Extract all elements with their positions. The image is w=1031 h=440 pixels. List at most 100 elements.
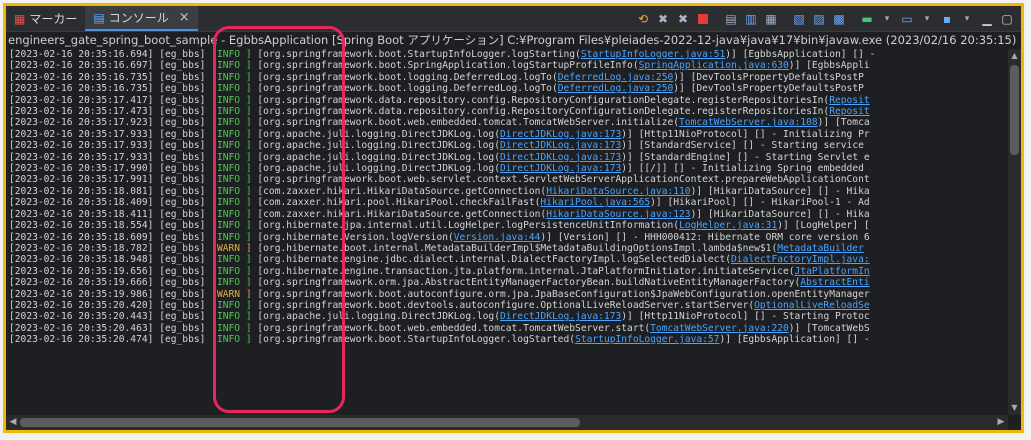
log-source-link[interactable]: Version.java:44 — [454, 232, 541, 243]
log-app: [eg_bbs] — [159, 140, 212, 152]
log-timestamp: [2023-02-16 20:35:17.991] — [9, 174, 160, 186]
horizontal-scrollbar[interactable]: ◀ ▶ — [6, 415, 1008, 430]
log-source-link[interactable]: LogHelper.java:31 — [679, 220, 777, 231]
vertical-scrollbar[interactable]: ▲ ▼ — [1008, 49, 1021, 415]
console-menu-icon[interactable]: ▪ — [939, 11, 955, 27]
log-message: )] [StandardEngine] [] - Starting Servle… — [621, 151, 870, 163]
new-console-icon[interactable]: ▬ — [859, 11, 875, 27]
restart-icon[interactable]: ⟲ — [635, 11, 651, 27]
log-level: [INFO ] — [211, 197, 252, 209]
log-timestamp: [2023-02-16 20:35:17.933] — [9, 151, 160, 163]
log-line: [2023-02-16 20:35:20.443] [eg_bbs] [INFO… — [6, 311, 1008, 322]
console-output[interactable]: [2023-02-16 20:35:16.694] [eg_bbs] [INFO… — [6, 49, 1008, 415]
console-toolbar: ⟲ ✖ ✖ ▤ ▥ ▦ ▧ ▨ ▩ ▬ ▾ ▭ ▾ ▪ ▾ ▁ ▢ — [635, 8, 1015, 29]
log-source-link[interactable]: AbstractEnti — [800, 277, 869, 288]
log-message: )] [[/]] [] - Initializing Spring embedd… — [621, 163, 864, 175]
log-level: [INFO ] — [211, 322, 252, 334]
log-level: [INFO ] — [211, 185, 252, 197]
tab-markers[interactable]: ▦ マーカー — [6, 6, 85, 31]
stop-icon[interactable] — [695, 11, 711, 27]
log-source-link[interactable]: Reposit — [829, 106, 869, 117]
maximize-icon[interactable]: ▢ — [999, 11, 1015, 27]
chevron-down-icon[interactable]: ▾ — [919, 11, 935, 27]
log-message: )] [Http11NioProtocol] [] - Initializing… — [621, 128, 870, 140]
log-source-link[interactable]: Reposit — [829, 95, 869, 106]
chevron-down-icon[interactable]: ▾ — [879, 11, 895, 27]
tab-label: コンソール — [108, 11, 169, 25]
log-app: [eg_bbs] — [159, 94, 212, 106]
log-source: [org.springframework.data.repository.con… — [251, 106, 830, 118]
log-level: [INFO ] — [211, 163, 252, 175]
log-level: [INFO ] — [211, 220, 252, 232]
log-source: [org.hibernate.jpa.internal.util.LogHelp… — [251, 220, 680, 232]
log-timestamp: [2023-02-16 20:35:20.420] — [9, 299, 160, 311]
log-source-link[interactable]: OptionalLiveReloadSe — [754, 300, 870, 311]
log-source-link[interactable]: TomcatWebServer.java:108 — [679, 117, 818, 128]
log-source-link[interactable]: HikariDataSource.java:123 — [546, 209, 690, 220]
log-app: [eg_bbs] — [159, 151, 212, 163]
log-source-link[interactable]: DirectJDKLog.java:173 — [500, 311, 621, 322]
log-source-link[interactable]: DialectFactoryImpl.java: — [731, 254, 870, 265]
log-source-link[interactable]: DirectJDKLog.java:173 — [500, 140, 621, 151]
log-source-link[interactable]: DirectJDKLog.java:173 — [500, 129, 621, 140]
log-timestamp: [2023-02-16 20:35:20.474] — [9, 334, 160, 346]
process-header: engineers_gate_spring_boot_sample - Egbb… — [8, 33, 1024, 47]
log-source-link[interactable]: SpringApplication.java:630 — [639, 60, 789, 71]
clear-console-icon[interactable]: ▤ — [723, 11, 739, 27]
log-source: [org.apache.juli.logging.DirectJDKLog.lo… — [251, 311, 500, 323]
log-level: [INFO ] — [211, 94, 252, 106]
console-icon: ▤ — [93, 10, 105, 25]
log-line: [2023-02-16 20:35:19.666] [eg_bbs] [INFO… — [6, 277, 1008, 288]
log-source-link[interactable]: TomcatWebServer.java:220 — [650, 323, 789, 334]
pin-console-icon[interactable]: ▧ — [791, 11, 807, 27]
log-source-link[interactable]: HikariDataSource.java:110 — [546, 186, 690, 197]
remove-launches-icon[interactable]: ✖ — [675, 11, 691, 27]
vertical-scroll-thumb[interactable] — [1010, 65, 1019, 155]
log-line: [2023-02-16 20:35:17.991] [eg_bbs] [INFO… — [6, 174, 1008, 185]
minimize-icon[interactable]: ▁ — [979, 11, 995, 27]
scroll-down-icon[interactable]: ▼ — [1010, 403, 1019, 413]
log-app: [eg_bbs] — [159, 185, 212, 197]
log-timestamp: [2023-02-16 20:35:16.735] — [9, 71, 160, 83]
log-source-link[interactable]: DirectJDKLog.java:173 — [500, 152, 621, 163]
log-line: [2023-02-16 20:35:18.409] [eg_bbs] [INFO… — [6, 197, 1008, 208]
scroll-lock-icon[interactable]: ▥ — [743, 11, 759, 27]
word-wrap-icon[interactable]: ▦ — [763, 11, 779, 27]
close-icon[interactable]: × — [179, 10, 190, 25]
log-source-link[interactable]: StartupInfoLogger.java:51 — [581, 49, 725, 60]
scroll-up-icon[interactable]: ▲ — [1010, 51, 1019, 61]
log-source-link[interactable]: DeferredLog.java:250 — [558, 72, 674, 83]
open-console-icon[interactable]: ▩ — [831, 11, 847, 27]
log-line: [2023-02-16 20:35:17.923] [eg_bbs] [INFO… — [6, 117, 1008, 128]
marker-icon: ▦ — [14, 11, 26, 26]
log-source-link[interactable]: MetadataBuilder — [777, 243, 864, 254]
log-level: [INFO ] — [211, 174, 252, 186]
log-timestamp: [2023-02-16 20:35:18.081] — [9, 185, 160, 197]
log-message: )] [StandardService] [] - Starting servi… — [621, 140, 864, 152]
display-selected-icon[interactable]: ▨ — [811, 11, 827, 27]
scroll-left-icon[interactable]: ◀ — [8, 417, 18, 428]
log-source-link[interactable]: JtaPlatformIn — [795, 266, 870, 277]
log-timestamp: [2023-02-16 20:35:17.417] — [9, 94, 160, 106]
log-app: [eg_bbs] — [159, 49, 212, 60]
log-source-link[interactable]: DirectJDKLog.java:173 — [500, 163, 621, 174]
log-source: [com.zaxxer.hikari.pool.HikariPool.check… — [251, 197, 541, 209]
scroll-right-icon[interactable]: ▶ — [996, 417, 1006, 428]
log-message: )] [EgbbsAppli — [788, 60, 870, 72]
log-source-link[interactable]: HikariPool.java:565 — [540, 197, 650, 208]
log-app: [eg_bbs] — [159, 288, 212, 300]
log-line: [2023-02-16 20:35:18.081] [eg_bbs] [INFO… — [6, 186, 1008, 197]
horizontal-scroll-thumb[interactable] — [20, 418, 580, 427]
log-level: [INFO ] — [211, 265, 252, 277]
terminate-icon[interactable]: ✖ — [655, 11, 671, 27]
log-source: [org.hibernate.Version.logVersion( — [251, 231, 454, 243]
open-console-dropdown-icon[interactable]: ▭ — [899, 11, 915, 27]
log-message: )] [HikariPool] [] - HikariPool-1 - Ad — [650, 197, 870, 209]
chevron-down-icon[interactable]: ▾ — [959, 11, 975, 27]
tab-console[interactable]: ▤ コンソール × — [85, 6, 198, 31]
log-source: [org.hibernate.engine.transaction.jta.pl… — [251, 265, 795, 277]
log-source-link[interactable]: StartupInfoLogger.java:57 — [575, 334, 719, 345]
log-message: )] [DevToolsPropertyDefaultsPostP — [673, 71, 864, 83]
log-source-link[interactable]: DeferredLog.java:250 — [558, 83, 674, 94]
log-app: [eg_bbs] — [159, 128, 212, 140]
